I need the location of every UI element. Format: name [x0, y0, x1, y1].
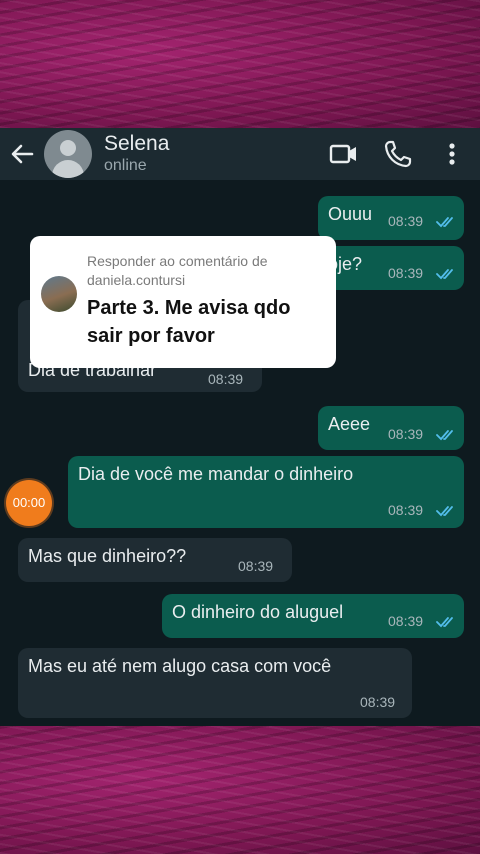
- message-text: Mas eu até nem alugo casa com você: [28, 656, 332, 676]
- message-bubble-outgoing[interactable]: Aeee 08:39: [318, 406, 464, 450]
- message-time: 08:39: [388, 613, 424, 629]
- arrow-left-icon[interactable]: [8, 140, 36, 168]
- message-time: 08:39: [360, 694, 396, 710]
- message-time: 08:39: [388, 426, 424, 442]
- message-time: 08:39: [388, 265, 424, 281]
- video-call-icon[interactable]: [328, 138, 360, 170]
- chat-header: Selena online: [0, 128, 480, 180]
- background-frame-bottom: [0, 726, 480, 854]
- double-check-icon: [436, 217, 453, 228]
- commenter-avatar: [41, 276, 77, 312]
- comment-reply-label: Responder ao comentário de daniela.contu…: [87, 253, 268, 288]
- phone-call-icon[interactable]: [382, 138, 414, 170]
- background-frame-top: [0, 0, 480, 128]
- message-text: O dinheiro do aluguel: [172, 602, 344, 622]
- contact-name[interactable]: Selena: [104, 132, 169, 156]
- audio-timer-badge[interactable]: 00:00: [6, 480, 52, 526]
- message-text: Ouuu: [328, 204, 373, 224]
- reply-comment-card[interactable]: Responder ao comentário de daniela.contu…: [30, 236, 336, 368]
- comment-text: Parte 3. Me avisa qdo sair por favor: [87, 297, 291, 347]
- message-bubble-outgoing[interactable]: oje? 08:39: [318, 246, 464, 290]
- message-time: 08:39: [208, 371, 244, 387]
- message-text: Aeee: [328, 414, 371, 434]
- double-check-icon: [436, 430, 453, 441]
- double-check-icon: [436, 617, 453, 628]
- message-bubble-outgoing[interactable]: O dinheiro do aluguel 08:39: [162, 594, 464, 638]
- double-check-icon: [436, 269, 453, 280]
- message-bubble-incoming[interactable]: Mas que dinheiro?? 08:39: [18, 538, 292, 582]
- message-bubble-outgoing[interactable]: Dia de você me mandar o dinheiro 08:39: [68, 456, 464, 528]
- message-text: Mas que dinheiro??: [28, 546, 187, 566]
- message-time: 08:39: [238, 558, 274, 574]
- double-check-icon: [436, 506, 453, 517]
- message-bubble-incoming[interactable]: Mas eu até nem alugo casa com você 08:39: [18, 648, 412, 718]
- default-avatar-icon[interactable]: [44, 130, 92, 178]
- contact-status: online: [104, 157, 147, 174]
- message-time: 08:39: [388, 502, 424, 518]
- message-time: 08:39: [388, 213, 424, 229]
- message-bubble-outgoing[interactable]: Ouuu 08:39: [318, 196, 464, 240]
- more-vertical-icon[interactable]: [440, 138, 472, 170]
- message-text: Dia de você me mandar o dinheiro: [78, 464, 354, 484]
